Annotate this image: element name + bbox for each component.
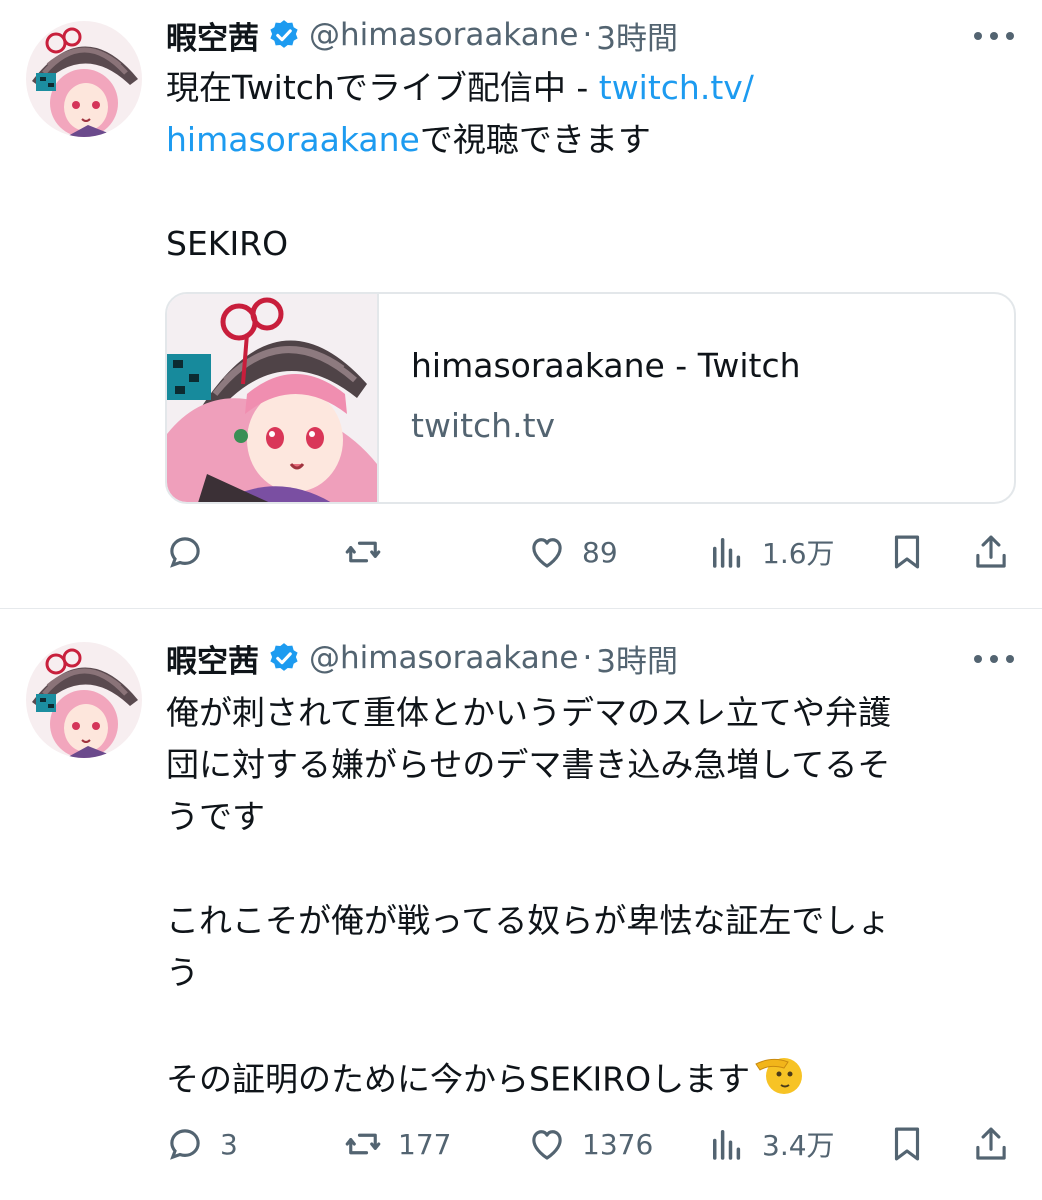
view-count: 1.6万 <box>762 537 835 570</box>
analytics-icon <box>713 1130 741 1160</box>
tweet-header: 暇空茜 @himasoraakane · 3時間 <box>166 635 678 681</box>
text-line: その証明のために今からSEKIROします <box>166 1052 1016 1104</box>
twitch-link[interactable]: twitch.tv/ <box>599 68 754 107</box>
tweet-divider <box>0 608 1042 609</box>
bookmark-icon <box>894 1127 920 1161</box>
tweet-header: 暇空茜 @himasoraakane · 3時間 <box>166 12 678 58</box>
more-options-icon[interactable] <box>974 26 1014 46</box>
text-line: SEKIRO <box>166 224 289 263</box>
text-line: これこそが俺が戦ってる奴らが卑怯な証左でしょ <box>166 901 891 940</box>
text-line: う <box>166 953 199 992</box>
twitch-link[interactable]: himasoraakane <box>166 120 420 159</box>
like-count: 89 <box>582 535 618 569</box>
share-button[interactable] <box>970 528 1012 576</box>
author-handle[interactable]: @himasoraakane <box>309 640 578 676</box>
author-name[interactable]: 暇空茜 <box>166 13 259 58</box>
reply-icon <box>170 1129 200 1160</box>
link-card[interactable]: himasoraakane - Twitch twitch.tv <box>165 292 1016 504</box>
heart-icon <box>532 1130 562 1160</box>
analytics-icon <box>713 538 741 568</box>
text-line: 俺が刺されて重体とかいうデマのスレ立てや弁護 <box>166 693 892 732</box>
retweet-button[interactable]: 177 <box>342 1120 451 1168</box>
text-line: 団に対する嫌がらせのデマ書き込み急増してるそ <box>166 745 891 784</box>
reply-icon <box>170 537 200 568</box>
retweet-count: 177 <box>398 1127 452 1161</box>
tweet-text: 俺が刺されて重体とかいうデマのスレ立てや弁護 団に対する嫌がらせのデマ書き込み急… <box>166 688 1016 1104</box>
like-button[interactable]: 1376 <box>526 1120 653 1168</box>
verified-badge-icon <box>267 641 301 675</box>
reply-button[interactable]: 3 <box>164 1120 238 1168</box>
views-button[interactable]: 1.6万 <box>706 528 835 576</box>
verified-badge-icon <box>267 18 301 52</box>
author-handle[interactable]: @himasoraakane <box>309 17 578 53</box>
card-domain: twitch.tv <box>411 406 556 445</box>
separator-dot: · <box>582 17 593 53</box>
like-button[interactable]: 89 <box>526 528 618 576</box>
text-line: himasoraakaneで視聴できます <box>166 120 651 159</box>
text-line: 現在Twitchでライブ配信中 - twitch.tv/ <box>166 68 754 107</box>
view-count: 3.4万 <box>762 1129 835 1162</box>
like-count: 1376 <box>582 1127 654 1161</box>
tweet-actions: 3 177 1376 3.4万 <box>164 1120 1024 1168</box>
tweet-text: 現在Twitchでライブ配信中 - twitch.tv/ himasoraaka… <box>166 63 1016 271</box>
share-icon <box>976 535 1006 568</box>
bookmark-icon <box>894 535 920 569</box>
retweet-icon <box>345 1133 381 1155</box>
bookmark-button[interactable] <box>886 528 928 576</box>
avatar[interactable] <box>26 21 142 137</box>
card-title: himasoraakane - Twitch <box>411 346 801 385</box>
reply-count: 3 <box>220 1127 238 1161</box>
saluting-face-emoji-icon <box>754 1052 804 1110</box>
tweet-actions: 89 1.6万 <box>164 528 1024 576</box>
heart-icon <box>532 538 562 568</box>
share-icon <box>976 1127 1006 1160</box>
views-button[interactable]: 3.4万 <box>706 1120 835 1168</box>
separator-dot: · <box>582 640 593 676</box>
timestamp[interactable]: 3時間 <box>596 13 678 58</box>
bookmark-button[interactable] <box>886 1120 928 1168</box>
share-button[interactable] <box>970 1120 1012 1168</box>
timestamp[interactable]: 3時間 <box>596 636 678 681</box>
retweet-icon <box>345 541 381 563</box>
card-thumbnail <box>167 294 379 502</box>
text-line: うです <box>166 797 265 836</box>
reply-button[interactable] <box>164 528 220 576</box>
retweet-button[interactable] <box>342 528 398 576</box>
more-options-icon[interactable] <box>974 649 1014 669</box>
author-name[interactable]: 暇空茜 <box>166 636 259 681</box>
avatar[interactable] <box>26 642 142 758</box>
tweet[interactable]: 暇空茜 @himasoraakane · 3時間 現在Twitchでライブ配信中… <box>0 0 1042 608</box>
